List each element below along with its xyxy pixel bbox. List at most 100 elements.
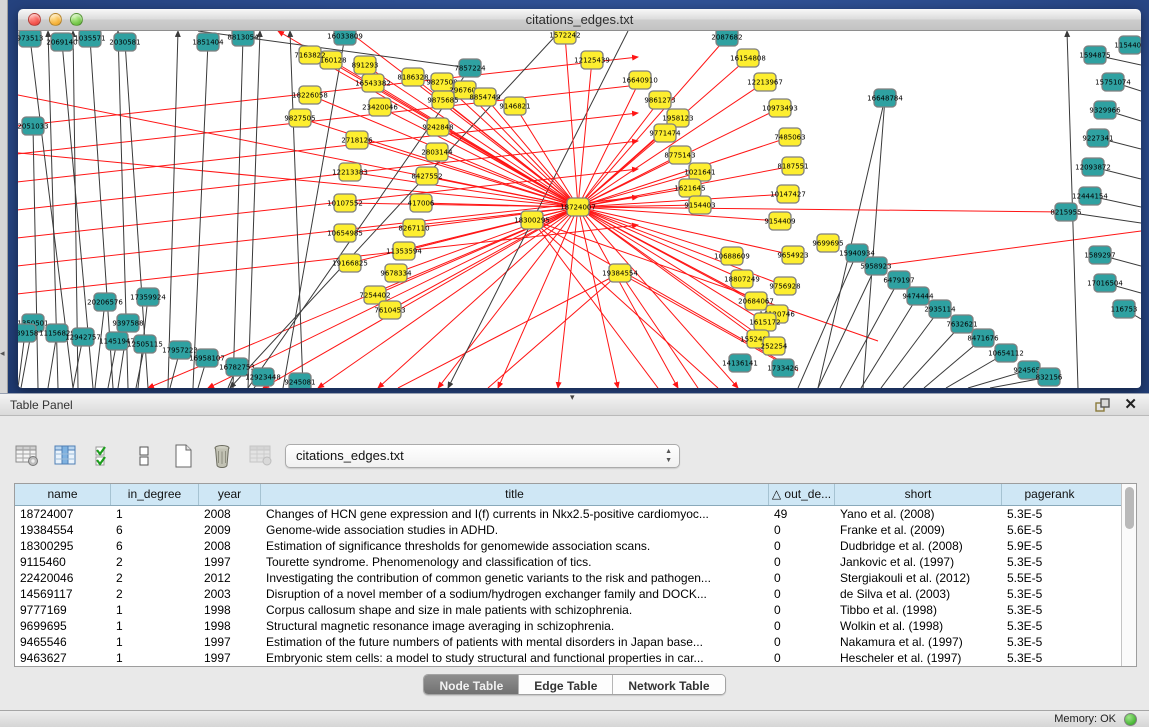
graph-node[interactable]: 8813054: [227, 31, 259, 46]
graph-node[interactable]: 2030581: [109, 33, 140, 51]
graph-edge[interactable]: [18, 85, 638, 155]
graph-node[interactable]: 116753: [1111, 300, 1138, 318]
graph-node[interactable]: 10654112: [988, 344, 1024, 362]
graph-node[interactable]: 16033809: [327, 31, 363, 45]
graph-node[interactable]: 10654985: [327, 224, 363, 242]
graph-node[interactable]: 10147427: [770, 185, 806, 203]
graph-edge[interactable]: [620, 273, 698, 388]
splitter-collapse-icon[interactable]: ◂: [0, 348, 5, 359]
graph-node[interactable]: 17359924: [130, 288, 166, 306]
table-vertical-scrollbar[interactable]: [1121, 484, 1136, 666]
graph-node[interactable]: 12093872: [1075, 158, 1111, 176]
table-row[interactable]: 1456911722003Disruption of a novel membe…: [15, 586, 1121, 602]
graph-node[interactable]: 2087682: [711, 31, 742, 46]
graph-node[interactable]: 1733426: [767, 359, 799, 377]
column-header-year[interactable]: year: [199, 484, 261, 505]
table-row[interactable]: 1830029562008Estimation of significance …: [15, 538, 1121, 554]
tab-node-table[interactable]: Node Table: [424, 675, 519, 695]
graph-node[interactable]: 19166825: [332, 254, 368, 272]
panel-splitter-icon[interactable]: ▾: [570, 392, 575, 403]
graph-node[interactable]: 8186328: [397, 68, 428, 86]
graph-node[interactable]: 17016504: [1087, 274, 1123, 292]
graph-node[interactable]: 9397588: [112, 314, 143, 332]
graph-node[interactable]: 16543382: [355, 74, 391, 92]
graph-node[interactable]: 252254: [761, 337, 788, 355]
show-column-icon[interactable]: [53, 443, 79, 469]
graph-edge[interactable]: [881, 309, 940, 388]
import-table-icon[interactable]: [248, 443, 274, 469]
table-row[interactable]: 946554611997Estimation of the future num…: [15, 634, 1121, 650]
graph-node[interactable]: 417006: [408, 194, 435, 212]
graph-edge[interactable]: [233, 37, 243, 388]
tab-network-table[interactable]: Network Table: [613, 675, 724, 695]
graph-node[interactable]: 1851404: [192, 33, 224, 51]
table-row[interactable]: 2242004622012Investigating the contribut…: [15, 570, 1121, 586]
graph-node[interactable]: 10688609: [714, 247, 750, 265]
graph-node[interactable]: 7610453: [374, 301, 405, 319]
graph-node[interactable]: 1589297: [1084, 246, 1115, 264]
graph-node[interactable]: 9154403: [684, 196, 715, 214]
graph-edge[interactable]: [578, 207, 738, 388]
row-height-icon[interactable]: [131, 443, 157, 469]
graph-edge[interactable]: [488, 273, 620, 388]
tab-edge-table[interactable]: Edge Table: [519, 675, 613, 695]
graph-node[interactable]: 7163822: [294, 46, 325, 64]
graph-node[interactable]: 6479197: [883, 271, 914, 289]
graph-node[interactable]: 8187551: [777, 157, 808, 175]
graph-node[interactable]: 18807249: [724, 270, 760, 288]
network-window-titlebar[interactable]: citations_edges.txt: [18, 9, 1141, 31]
float-panel-icon[interactable]: [1095, 398, 1110, 412]
graph-node[interactable]: 2803144: [421, 143, 453, 161]
graph-edge[interactable]: [578, 100, 660, 207]
graph-node[interactable]: 1021641: [684, 163, 715, 181]
graph-node[interactable]: 2051033: [18, 117, 49, 135]
graph-node[interactable]: 8854749: [469, 88, 500, 106]
graph-edge[interactable]: [863, 98, 885, 388]
table-row[interactable]: 911546021997Tourette syndrome. Phenomeno…: [15, 554, 1121, 570]
graph-node[interactable]: 8775143: [664, 146, 695, 164]
graph-node[interactable]: 7485063: [774, 128, 805, 146]
graph-node[interactable]: 16154808: [730, 49, 766, 67]
graph-node[interactable]: 10107552: [327, 194, 363, 212]
network-canvas[interactable]: 1872400718300295271812612213383101075521…: [18, 31, 1141, 388]
graph-edge[interactable]: [578, 207, 742, 279]
graph-node[interactable]: 9756928: [769, 277, 800, 295]
table-row[interactable]: 969969511998Structural magnetic resonanc…: [15, 618, 1121, 634]
graph-node[interactable]: 9654923: [777, 246, 808, 264]
graph-edge[interactable]: [532, 220, 658, 388]
graph-node[interactable]: 1154408: [1114, 36, 1141, 54]
graph-node[interactable]: 15751074: [1095, 73, 1131, 91]
graph-node[interactable]: 9227341: [1082, 129, 1113, 147]
graph-edge[interactable]: [903, 324, 962, 388]
column-header-pagerank[interactable]: pagerank: [1002, 484, 1097, 505]
graph-node[interactable]: 1621645: [674, 179, 705, 197]
graph-edge[interactable]: [861, 296, 918, 388]
graph-node[interactable]: 1035571: [74, 31, 105, 47]
graph-node[interactable]: 8267110: [398, 219, 429, 237]
graph-node[interactable]: 832156: [1036, 368, 1063, 386]
graph-node[interactable]: 9678334: [380, 264, 412, 282]
graph-node[interactable]: 8427552: [411, 167, 442, 185]
graph-node[interactable]: 1572242: [549, 31, 580, 44]
graph-edge[interactable]: [398, 273, 620, 388]
graph-node[interactable]: 9875685: [427, 91, 458, 109]
column-header-title[interactable]: title: [261, 484, 769, 505]
column-header-name[interactable]: name: [15, 484, 111, 505]
graph-node[interactable]: 9146821: [499, 97, 530, 115]
graph-node[interactable]: 12213967: [747, 73, 783, 91]
table-selector-dropdown[interactable]: citations_edges.txt ▲▼: [285, 444, 680, 468]
graph-edge[interactable]: [558, 207, 578, 388]
graph-node[interactable]: 12444154: [1072, 187, 1108, 205]
graph-node[interactable]: 891293: [352, 56, 379, 74]
graph-node[interactable]: 8471676: [967, 329, 999, 347]
delete-table-icon[interactable]: [209, 443, 235, 469]
graph-node[interactable]: 1615172: [749, 313, 780, 331]
graph-edge[interactable]: [578, 207, 1066, 212]
graph-node[interactable]: 2069140: [46, 33, 77, 51]
graph-edge[interactable]: [193, 42, 208, 388]
table-row[interactable]: 977716911998Corpus callosum shape and si…: [15, 602, 1121, 618]
graph-edge[interactable]: [348, 31, 578, 207]
table-row[interactable]: 1938455462009Genome-wide association stu…: [15, 522, 1121, 538]
close-panel-icon[interactable]: ✕: [1124, 397, 1137, 413]
graph-node[interactable]: 9154409: [764, 212, 795, 230]
